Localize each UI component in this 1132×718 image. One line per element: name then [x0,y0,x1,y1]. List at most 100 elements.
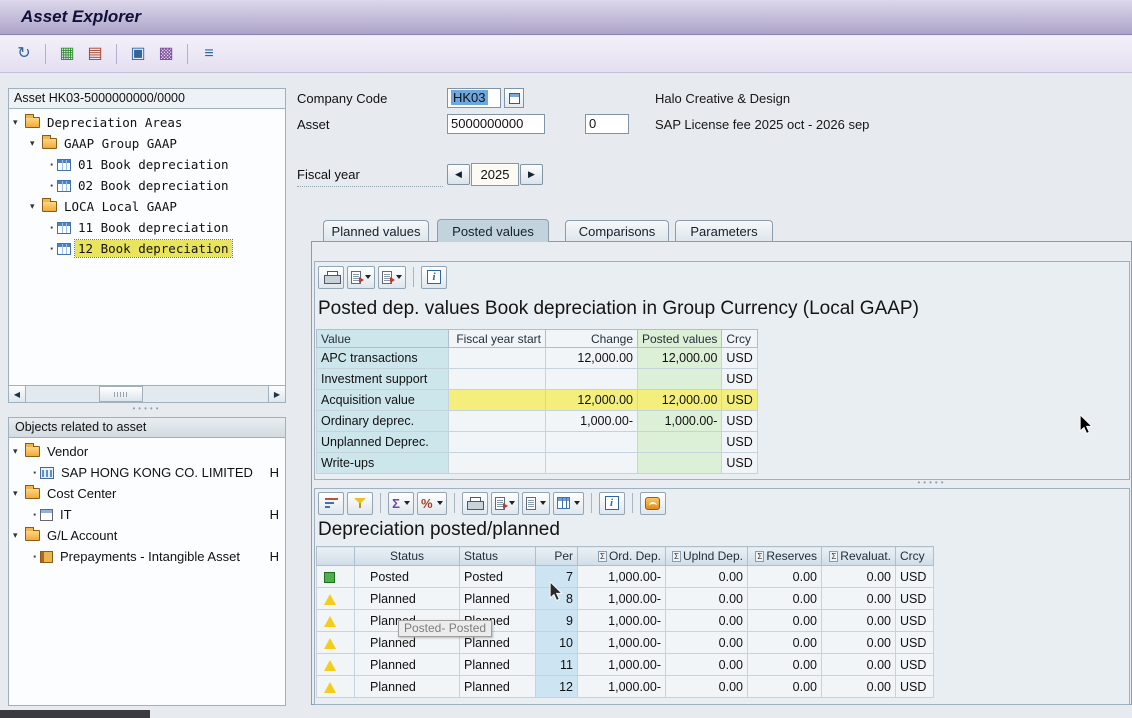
cell[interactable]: 1,000.00- [546,411,638,432]
section-splitter[interactable]: ••••• [887,478,977,487]
info-button[interactable] [421,266,447,289]
tree-hscrollbar[interactable]: ◀ ▶ [8,386,286,403]
cell[interactable]: 0.00 [822,588,896,610]
cell[interactable] [449,453,546,474]
cell[interactable]: USD [896,654,934,676]
asset-field[interactable]: 5000000000 [447,114,545,134]
objects-item-cost-center[interactable]: ▾Cost Center [9,483,285,504]
cell[interactable]: USD [722,369,757,390]
column-header[interactable]: Crcy [896,547,934,566]
tree-item-01-book-depreciation[interactable]: ·01 Book depreciation [9,154,285,175]
cell[interactable] [449,348,546,369]
column-header[interactable]: Crcy [722,330,757,348]
cell[interactable] [449,369,546,390]
expander-icon[interactable]: ▾ [13,117,25,128]
cell[interactable]: 12,000.00 [638,390,722,411]
cell[interactable]: Posted [460,566,536,588]
print-button[interactable] [318,266,344,289]
objects-item-vendor-entry[interactable]: ·SAP HONG KONG CO. LIMITEDH [9,462,285,483]
cell[interactable]: USD [722,348,757,369]
cell[interactable]: 0.00 [822,632,896,654]
cell[interactable]: 0.00 [748,566,822,588]
graphic-button[interactable] [640,492,666,515]
column-header[interactable]: Per [536,547,578,566]
compare-button[interactable]: ▣ [126,42,150,66]
cell[interactable]: 9 [536,610,578,632]
subtotals-button[interactable]: % [417,492,447,515]
export-list-button[interactable] [491,492,519,515]
cell[interactable]: 0.00 [748,632,822,654]
layout-button[interactable] [553,492,584,515]
previous-year-button[interactable]: ◀ [447,164,470,185]
column-header[interactable]: Posted values [638,330,722,348]
posted-values-button[interactable]: ▤ [83,42,107,66]
column-header[interactable]: Fiscal year start [449,330,546,348]
column-header[interactable]: ΣReserves [748,547,822,566]
send-menu-button[interactable] [378,266,406,289]
cell[interactable]: 10 [536,632,578,654]
asset-subnumber-field[interactable]: 0 [585,114,629,134]
cell[interactable] [317,566,355,588]
cell[interactable]: 0.00 [666,676,748,698]
expander-icon[interactable]: ▾ [13,488,25,499]
objects-item-vendor[interactable]: ▾Vendor [9,441,285,462]
column-header[interactable]: Status [460,547,536,566]
cell[interactable] [638,453,722,474]
cell[interactable]: Planned [460,654,536,676]
cell[interactable]: 0.00 [822,610,896,632]
company-code-field[interactable]: HK03 [447,88,501,108]
cell[interactable]: 0.00 [822,654,896,676]
cell[interactable]: 0.00 [748,610,822,632]
cell[interactable] [546,432,638,453]
cell[interactable]: 1,000.00- [578,566,666,588]
cell[interactable]: 1,000.00- [578,588,666,610]
tree-item-11-book-depreciation[interactable]: ·11 Book depreciation [9,217,285,238]
cell[interactable]: USD [722,411,757,432]
legend-button[interactable]: ≡ [197,42,221,66]
column-header[interactable]: ΣUplnd Dep. [666,547,748,566]
cell[interactable]: Write-ups [317,453,449,474]
panel-splitter[interactable]: ••••• [8,403,286,417]
cell[interactable]: 0.00 [822,676,896,698]
cell[interactable]: Posted [355,566,460,588]
cell[interactable]: 0.00 [822,566,896,588]
sum-button[interactable]: Σ [388,492,414,515]
cell[interactable]: USD [896,588,934,610]
cell[interactable]: APC transactions [317,348,449,369]
scroll-right-icon[interactable]: ▶ [268,386,285,402]
cell[interactable]: USD [722,432,757,453]
expander-icon[interactable]: ▾ [30,138,42,149]
cell[interactable]: 1,000.00- [578,610,666,632]
cell[interactable]: 12,000.00 [546,390,638,411]
info-list-button[interactable] [599,492,625,515]
cell[interactable]: Planned [460,676,536,698]
cell[interactable]: 1,000.00- [578,654,666,676]
cell[interactable]: Planned [460,588,536,610]
matchcode-button[interactable] [504,88,524,108]
cell[interactable]: Planned [355,588,460,610]
cell[interactable]: Acquisition value [317,390,449,411]
cell[interactable]: 12 [536,676,578,698]
column-header[interactable]: ΣOrd. Dep. [578,547,666,566]
tab-posted-values[interactable]: Posted values [437,219,549,242]
objects-item-prepayments[interactable]: ·Prepayments - Intangible AssetH [9,546,285,567]
cell[interactable]: Ordinary deprec. [317,411,449,432]
cell[interactable]: USD [896,676,934,698]
column-header[interactable]: Status [355,547,460,566]
fiscal-year-field[interactable]: 2025 [471,163,519,186]
refresh-button[interactable]: ↻ [12,42,36,66]
cell[interactable]: Planned [355,654,460,676]
cell[interactable]: 0.00 [666,566,748,588]
master-data-button[interactable]: ▩ [154,42,178,66]
cell[interactable]: 0.00 [748,676,822,698]
cell[interactable]: USD [896,610,934,632]
cell[interactable]: 11 [536,654,578,676]
cell[interactable] [449,411,546,432]
expander-icon[interactable]: ▾ [13,446,25,457]
cell[interactable] [317,588,355,610]
print-list-button[interactable] [462,492,488,515]
cell[interactable]: 1,000.00- [578,676,666,698]
column-header[interactable] [317,547,355,566]
asset-values-button[interactable]: ▦ [55,42,79,66]
filter-button[interactable] [347,492,373,515]
